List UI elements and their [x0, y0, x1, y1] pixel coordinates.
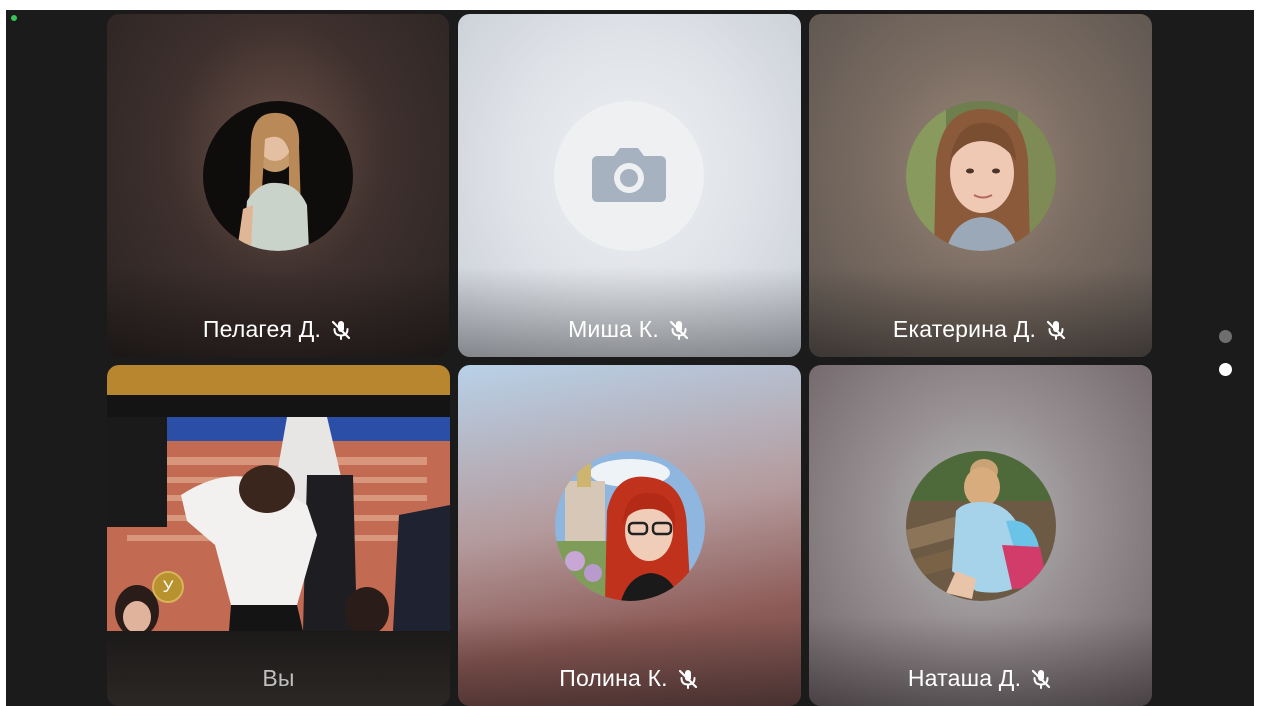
avatar: [906, 101, 1056, 251]
participant-name: Наташа Д.: [907, 665, 1022, 691]
participant-name: Полина К.: [559, 665, 668, 691]
mic-off-icon: [1044, 318, 1068, 342]
call-screen: Пелагея Д. Миша К. Екатерина Д. У Вы Пол…: [6, 10, 1254, 706]
participant-tile[interactable]: Миша К.: [458, 14, 801, 357]
avatar: [906, 451, 1056, 601]
participant-name: Екатерина Д.: [892, 316, 1037, 342]
avatar: [555, 451, 705, 601]
avatar-placeholder: [554, 101, 704, 251]
camera-icon: [590, 144, 668, 209]
participant-name: Миша К.: [568, 316, 659, 342]
mic-off-icon: [329, 318, 353, 342]
page-dot-2-active[interactable]: [1219, 363, 1232, 376]
self-video-tile[interactable]: У Вы: [107, 365, 450, 706]
mic-off-icon: [667, 318, 691, 342]
participant-label: Вы: [107, 665, 450, 692]
participant-label: Миша К.: [458, 316, 801, 343]
participant-label: Полина К.: [458, 665, 801, 692]
participant-tile[interactable]: Екатерина Д.: [809, 14, 1152, 357]
mic-off-icon: [1029, 667, 1053, 691]
participant-tile[interactable]: Наташа Д.: [809, 365, 1152, 706]
participant-label: Пелагея Д.: [107, 316, 449, 343]
status-indicator: [11, 15, 17, 21]
participant-label: Екатерина Д.: [809, 316, 1152, 343]
participant-tile[interactable]: Пелагея Д.: [107, 14, 449, 357]
participant-label: Наташа Д.: [809, 665, 1152, 692]
participant-name: Пелагея Д.: [202, 316, 322, 342]
page-dot-1[interactable]: [1219, 330, 1232, 343]
user-badge: У: [152, 571, 184, 603]
mic-off-icon: [676, 667, 700, 691]
participant-name: Вы: [262, 665, 295, 691]
avatar: [203, 101, 353, 251]
page-indicator: [1219, 330, 1232, 376]
participant-tile[interactable]: Полина К.: [458, 365, 801, 706]
